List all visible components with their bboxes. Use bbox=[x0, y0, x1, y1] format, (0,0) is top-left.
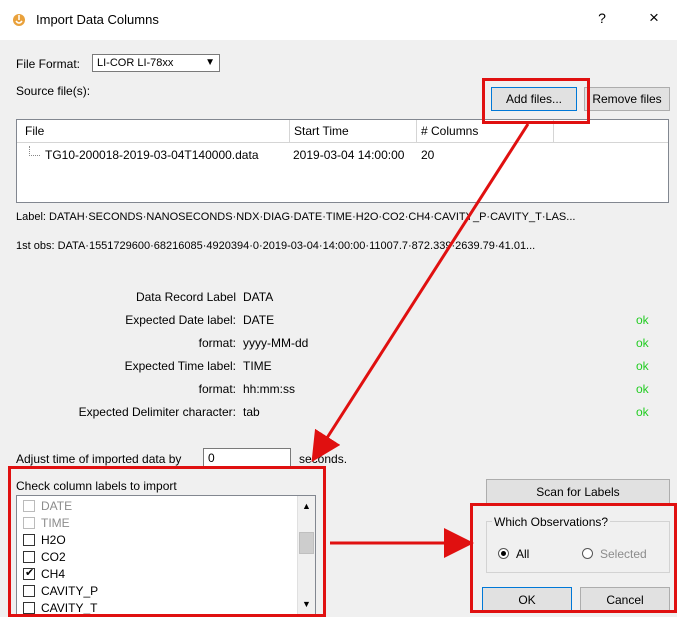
annotation-arrow bbox=[311, 123, 530, 463]
annotation-arrows bbox=[311, 123, 530, 558]
